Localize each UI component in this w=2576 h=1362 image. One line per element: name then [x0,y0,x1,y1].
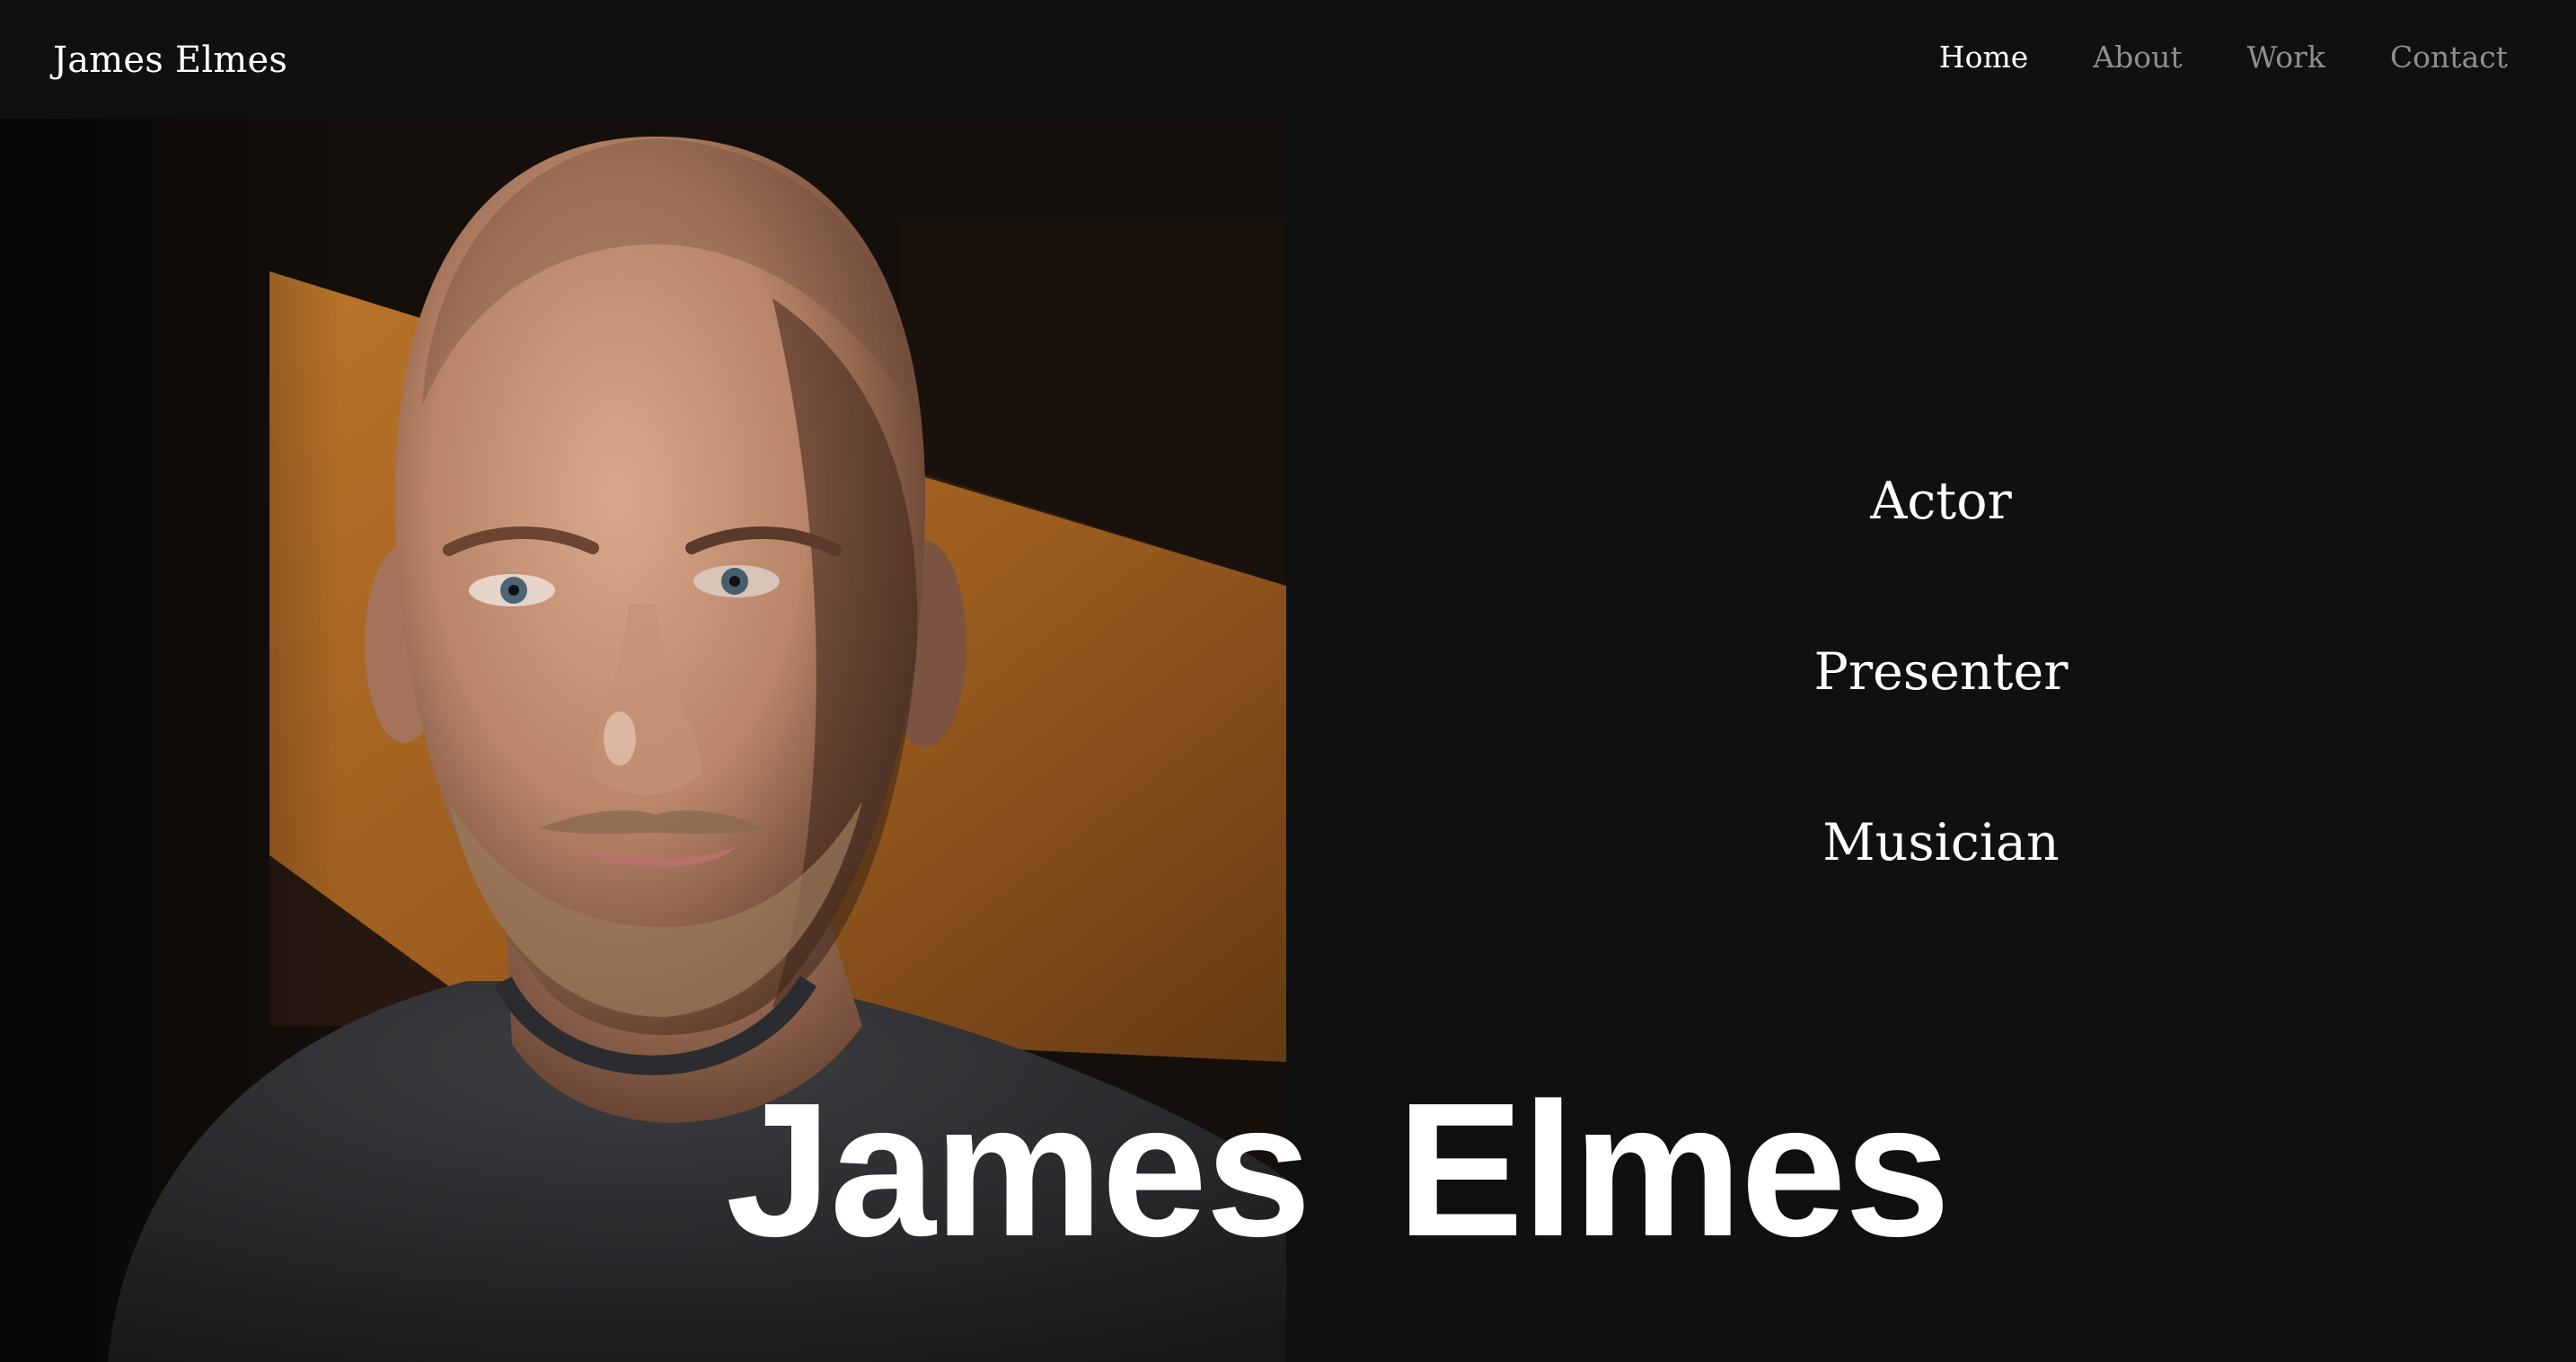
role-musician: Musician [1822,813,2060,872]
nav-link-contact[interactable]: Contact [2390,40,2508,75]
role-actor: Actor [1870,472,2012,531]
site-title[interactable]: James Elmes [53,40,287,81]
site-header: James Elmes Home About Work Contact [0,0,2576,119]
nav-link-about[interactable]: About [2093,40,2182,75]
nav-link-work[interactable]: Work [2247,40,2325,75]
hero-name: James Elmes [726,1063,1951,1276]
page: James Elmes Home About Work Contact Acto… [0,0,2576,1362]
roles-list: Actor Presenter Musician [1680,456,2202,968]
nav-link-home[interactable]: Home [1939,40,2028,75]
role-presenter: Presenter [1813,642,2069,702]
main-nav: Home About Work Contact [1939,40,2508,75]
